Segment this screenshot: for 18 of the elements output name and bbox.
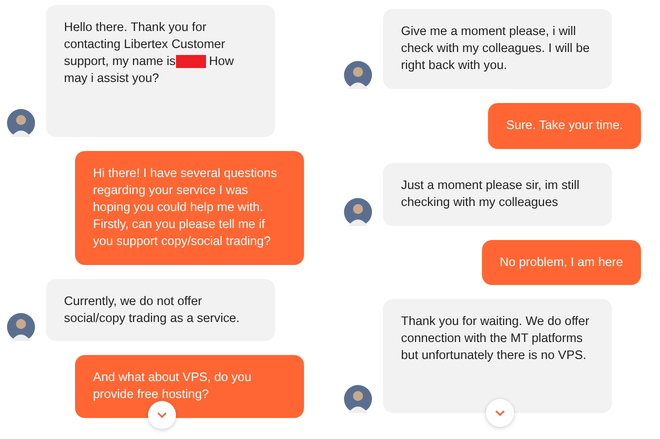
avatar [7, 109, 35, 137]
chevron-down-icon [157, 412, 167, 418]
scroll-down-button[interactable] [148, 401, 176, 429]
avatar [344, 61, 372, 89]
message-text: Thank you for waiting. We do offer connection with the MT platforms but unfortunately there is no VPS. [401, 313, 590, 364]
message-text: Hello there. Thank you for contacting Libertex Customer support, my name is How may i assist you? [64, 19, 235, 87]
chevron-down-icon [495, 410, 505, 416]
message-text: Give me a moment please, i will check with my colleagues. I will be right back with you. [401, 23, 591, 74]
avatar [7, 313, 35, 341]
message-text: Hi there! I have several questions regarding your service I was hoping you could help me with. Firstly, can you please tell me if you support copy/social trading? [93, 165, 278, 250]
message-text: No problem, I am here [500, 254, 623, 271]
message-text: Just a moment please sir, im still checking with my colleagues [401, 177, 580, 211]
message-text: Currently, we do not offer social/copy trading as a service. [64, 293, 241, 327]
message-text: And what about VPS, do you provide free hosting? [93, 369, 252, 403]
avatar [344, 385, 372, 413]
scroll-down-button[interactable] [486, 399, 514, 427]
message-text: Sure. Take your time. [506, 117, 623, 134]
avatar [344, 198, 372, 226]
